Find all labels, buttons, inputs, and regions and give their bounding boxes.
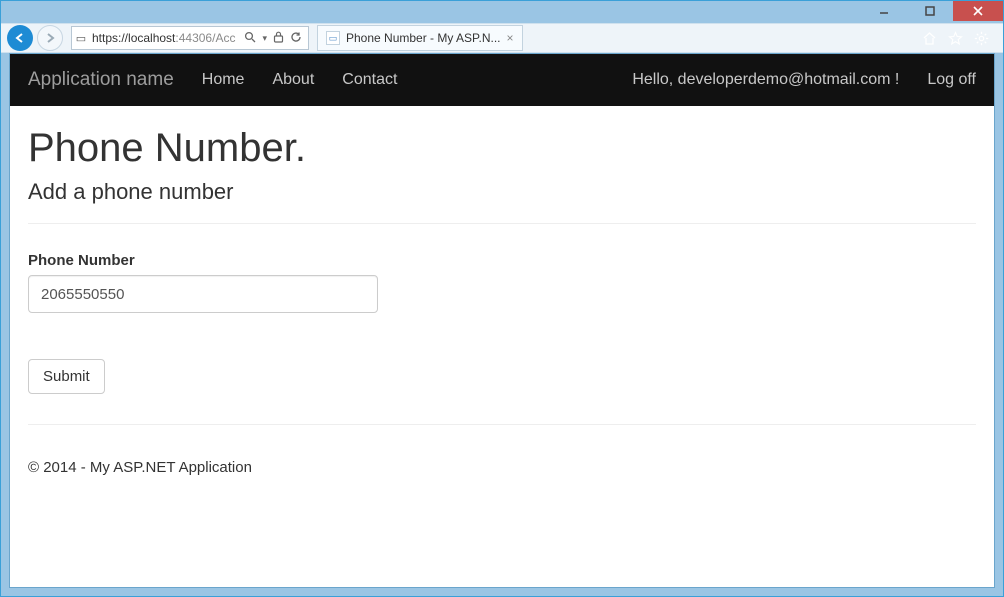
- tab-close-button[interactable]: ×: [507, 31, 514, 45]
- page-subtitle: Add a phone number: [28, 179, 976, 205]
- url-text[interactable]: https://localhost:44306/Acc: [90, 31, 238, 45]
- browser-tab[interactable]: ▭ Phone Number - My ASP.N... ×: [317, 25, 523, 51]
- window-titlebar: [1, 1, 1003, 23]
- search-icon[interactable]: [244, 31, 256, 46]
- address-bar-tools: ▾: [238, 31, 308, 46]
- page-title: Phone Number.: [28, 126, 976, 171]
- browser-window: ▭ https://localhost:44306/Acc ▾ ▭ Phone …: [0, 0, 1004, 597]
- nav-logoff[interactable]: Log off: [927, 71, 976, 89]
- tab-favicon-icon: ▭: [326, 31, 340, 45]
- phone-form-group: Phone Number: [28, 252, 976, 313]
- footer-text: © 2014 - My ASP.NET Application: [28, 453, 976, 476]
- address-bar[interactable]: ▭ https://localhost:44306/Acc ▾: [71, 26, 309, 50]
- nav-contact[interactable]: Contact: [342, 71, 397, 89]
- page-body: Phone Number. Add a phone number Phone N…: [10, 106, 994, 496]
- favorites-icon[interactable]: [947, 30, 963, 46]
- nav-user-greeting[interactable]: Hello, developerdemo@hotmail.com !: [632, 71, 899, 89]
- dropdown-icon[interactable]: ▾: [262, 33, 267, 44]
- back-button[interactable]: [7, 25, 33, 51]
- divider: [28, 223, 976, 224]
- url-port: :44306: [175, 31, 212, 45]
- window-close-button[interactable]: [953, 1, 1003, 21]
- tab-title: Phone Number - My ASP.N...: [346, 31, 501, 45]
- browser-right-icons: [921, 30, 997, 46]
- phone-input[interactable]: [28, 275, 378, 313]
- page-viewport: Application name Home About Contact Hell…: [9, 53, 995, 588]
- forward-button[interactable]: [37, 25, 63, 51]
- brand-link[interactable]: Application name: [28, 69, 174, 91]
- browser-toolbar: ▭ https://localhost:44306/Acc ▾ ▭ Phone …: [1, 23, 1003, 53]
- navbar: Application name Home About Contact Hell…: [10, 54, 994, 106]
- nav-home[interactable]: Home: [202, 71, 245, 89]
- settings-gear-icon[interactable]: [973, 30, 989, 46]
- window-maximize-button[interactable]: [907, 1, 953, 21]
- submit-button[interactable]: Submit: [28, 359, 105, 394]
- window-minimize-button[interactable]: [861, 1, 907, 21]
- home-icon[interactable]: [921, 30, 937, 46]
- lock-icon[interactable]: [273, 31, 284, 46]
- url-path: /Acc: [212, 31, 235, 45]
- page-favicon-icon: ▭: [72, 32, 90, 45]
- refresh-icon[interactable]: [290, 31, 302, 46]
- footer-divider: [28, 424, 976, 425]
- nav-about[interactable]: About: [272, 71, 314, 89]
- url-scheme: https://: [92, 31, 128, 45]
- url-host: localhost: [128, 31, 175, 45]
- phone-label: Phone Number: [28, 252, 976, 269]
